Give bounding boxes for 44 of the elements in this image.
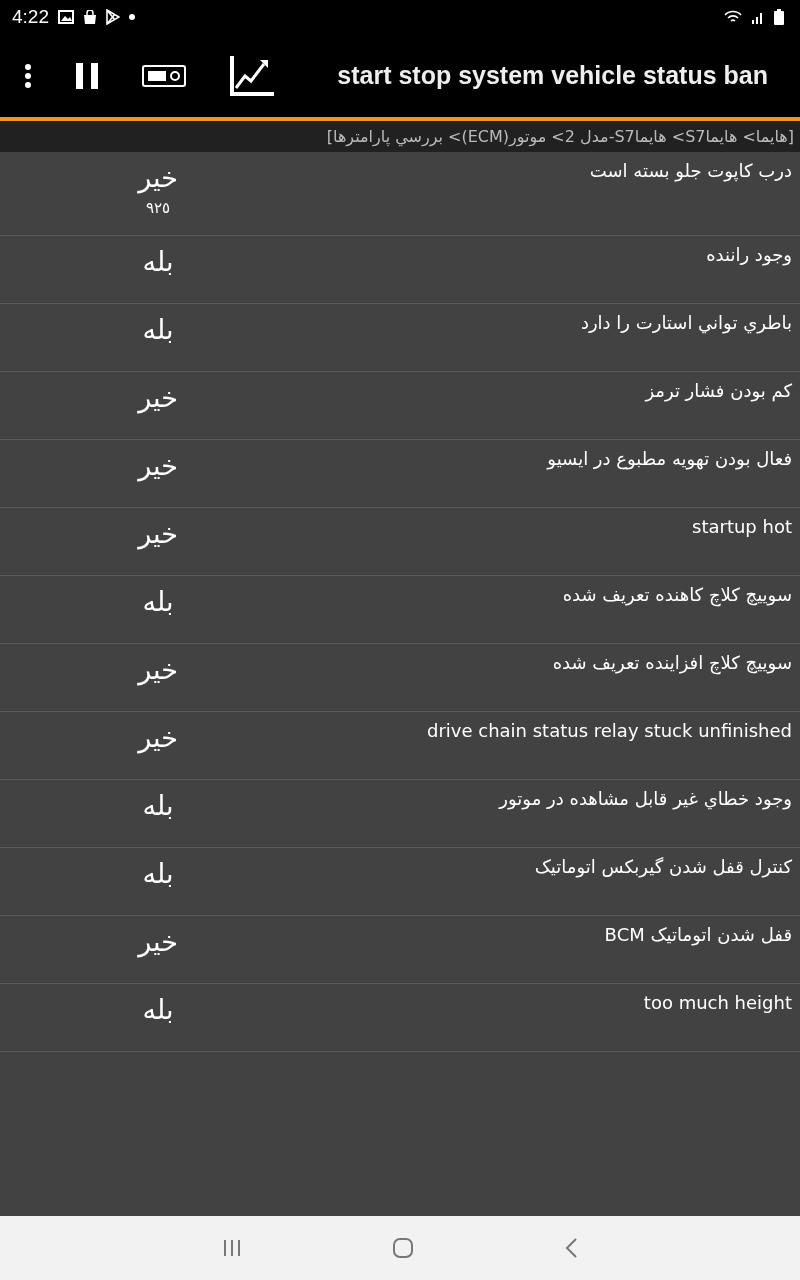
parameter-name: کم بودن فشار ترمز (645, 380, 792, 401)
more-icon[interactable] (24, 63, 32, 88)
parameter-value: خير (138, 518, 178, 549)
parameter-name: سوييچ کلاچ کاهنده تعريف شده (562, 584, 792, 605)
parameter-value: بله (142, 314, 174, 345)
pause-icon[interactable] (76, 62, 98, 89)
parameter-name: باطري تواني استارت را دارد (580, 312, 792, 333)
parameter-name: کنترل قفل شدن گيربکس اتوماتيک (534, 856, 792, 877)
parameter-code: ٩٢٥ (145, 199, 171, 217)
parameter-value: خير (138, 654, 178, 685)
parameter-value: خير (138, 450, 178, 481)
dot-icon (129, 14, 135, 20)
shopping-bag-icon (83, 9, 97, 25)
parameter-name: startup hot (692, 516, 792, 537)
recent-apps-icon[interactable] (222, 1238, 242, 1258)
wifi-icon (724, 10, 742, 24)
back-icon[interactable] (564, 1237, 578, 1259)
parameter-value: بله (142, 858, 174, 889)
parameter-value: خير (138, 382, 178, 413)
parameter-value: بله (142, 994, 174, 1025)
parameter-name: سوييچ کلاچ افزاينده تعريف شده (552, 652, 792, 673)
parameter-value: خير (138, 722, 178, 753)
parameter-value: بله (142, 586, 174, 617)
breadcrumb: [هايما> هايماS7> هايماS7-مدل 2> موتور(ECM)> بررسي پارامترها] (326, 127, 794, 146)
parameter-value: خير (138, 162, 178, 193)
parameter-name: drive chain status relay stuck unfinished (427, 720, 792, 741)
home-icon[interactable] (392, 1237, 414, 1259)
parameter-value: خير (138, 926, 178, 957)
record-icon[interactable] (142, 64, 186, 87)
parameter-name: قفل شدن اتوماتيک BCM (604, 924, 792, 945)
parameter-name: too much height (643, 992, 792, 1013)
parameter-name: درب کاپوت جلو بسته است (589, 160, 792, 181)
status-time: 4:22 (12, 6, 49, 28)
parameter-name: وجود خطاي غير قابل مشاهده در موتور (499, 788, 792, 809)
battery-icon (774, 9, 784, 25)
signal-icon (751, 10, 765, 24)
toolbar-title: start stop system vehicle status ban (336, 61, 769, 90)
parameter-name: فعال بودن تهويه مطبوع در ايسيو (547, 448, 792, 469)
image-icon (58, 10, 74, 24)
parameter-value: بله (142, 246, 174, 277)
parameter-name: وجود راننده (706, 244, 792, 265)
parameter-value: بله (142, 790, 174, 821)
play-store-icon (106, 9, 120, 25)
chart-icon[interactable] (230, 55, 274, 96)
